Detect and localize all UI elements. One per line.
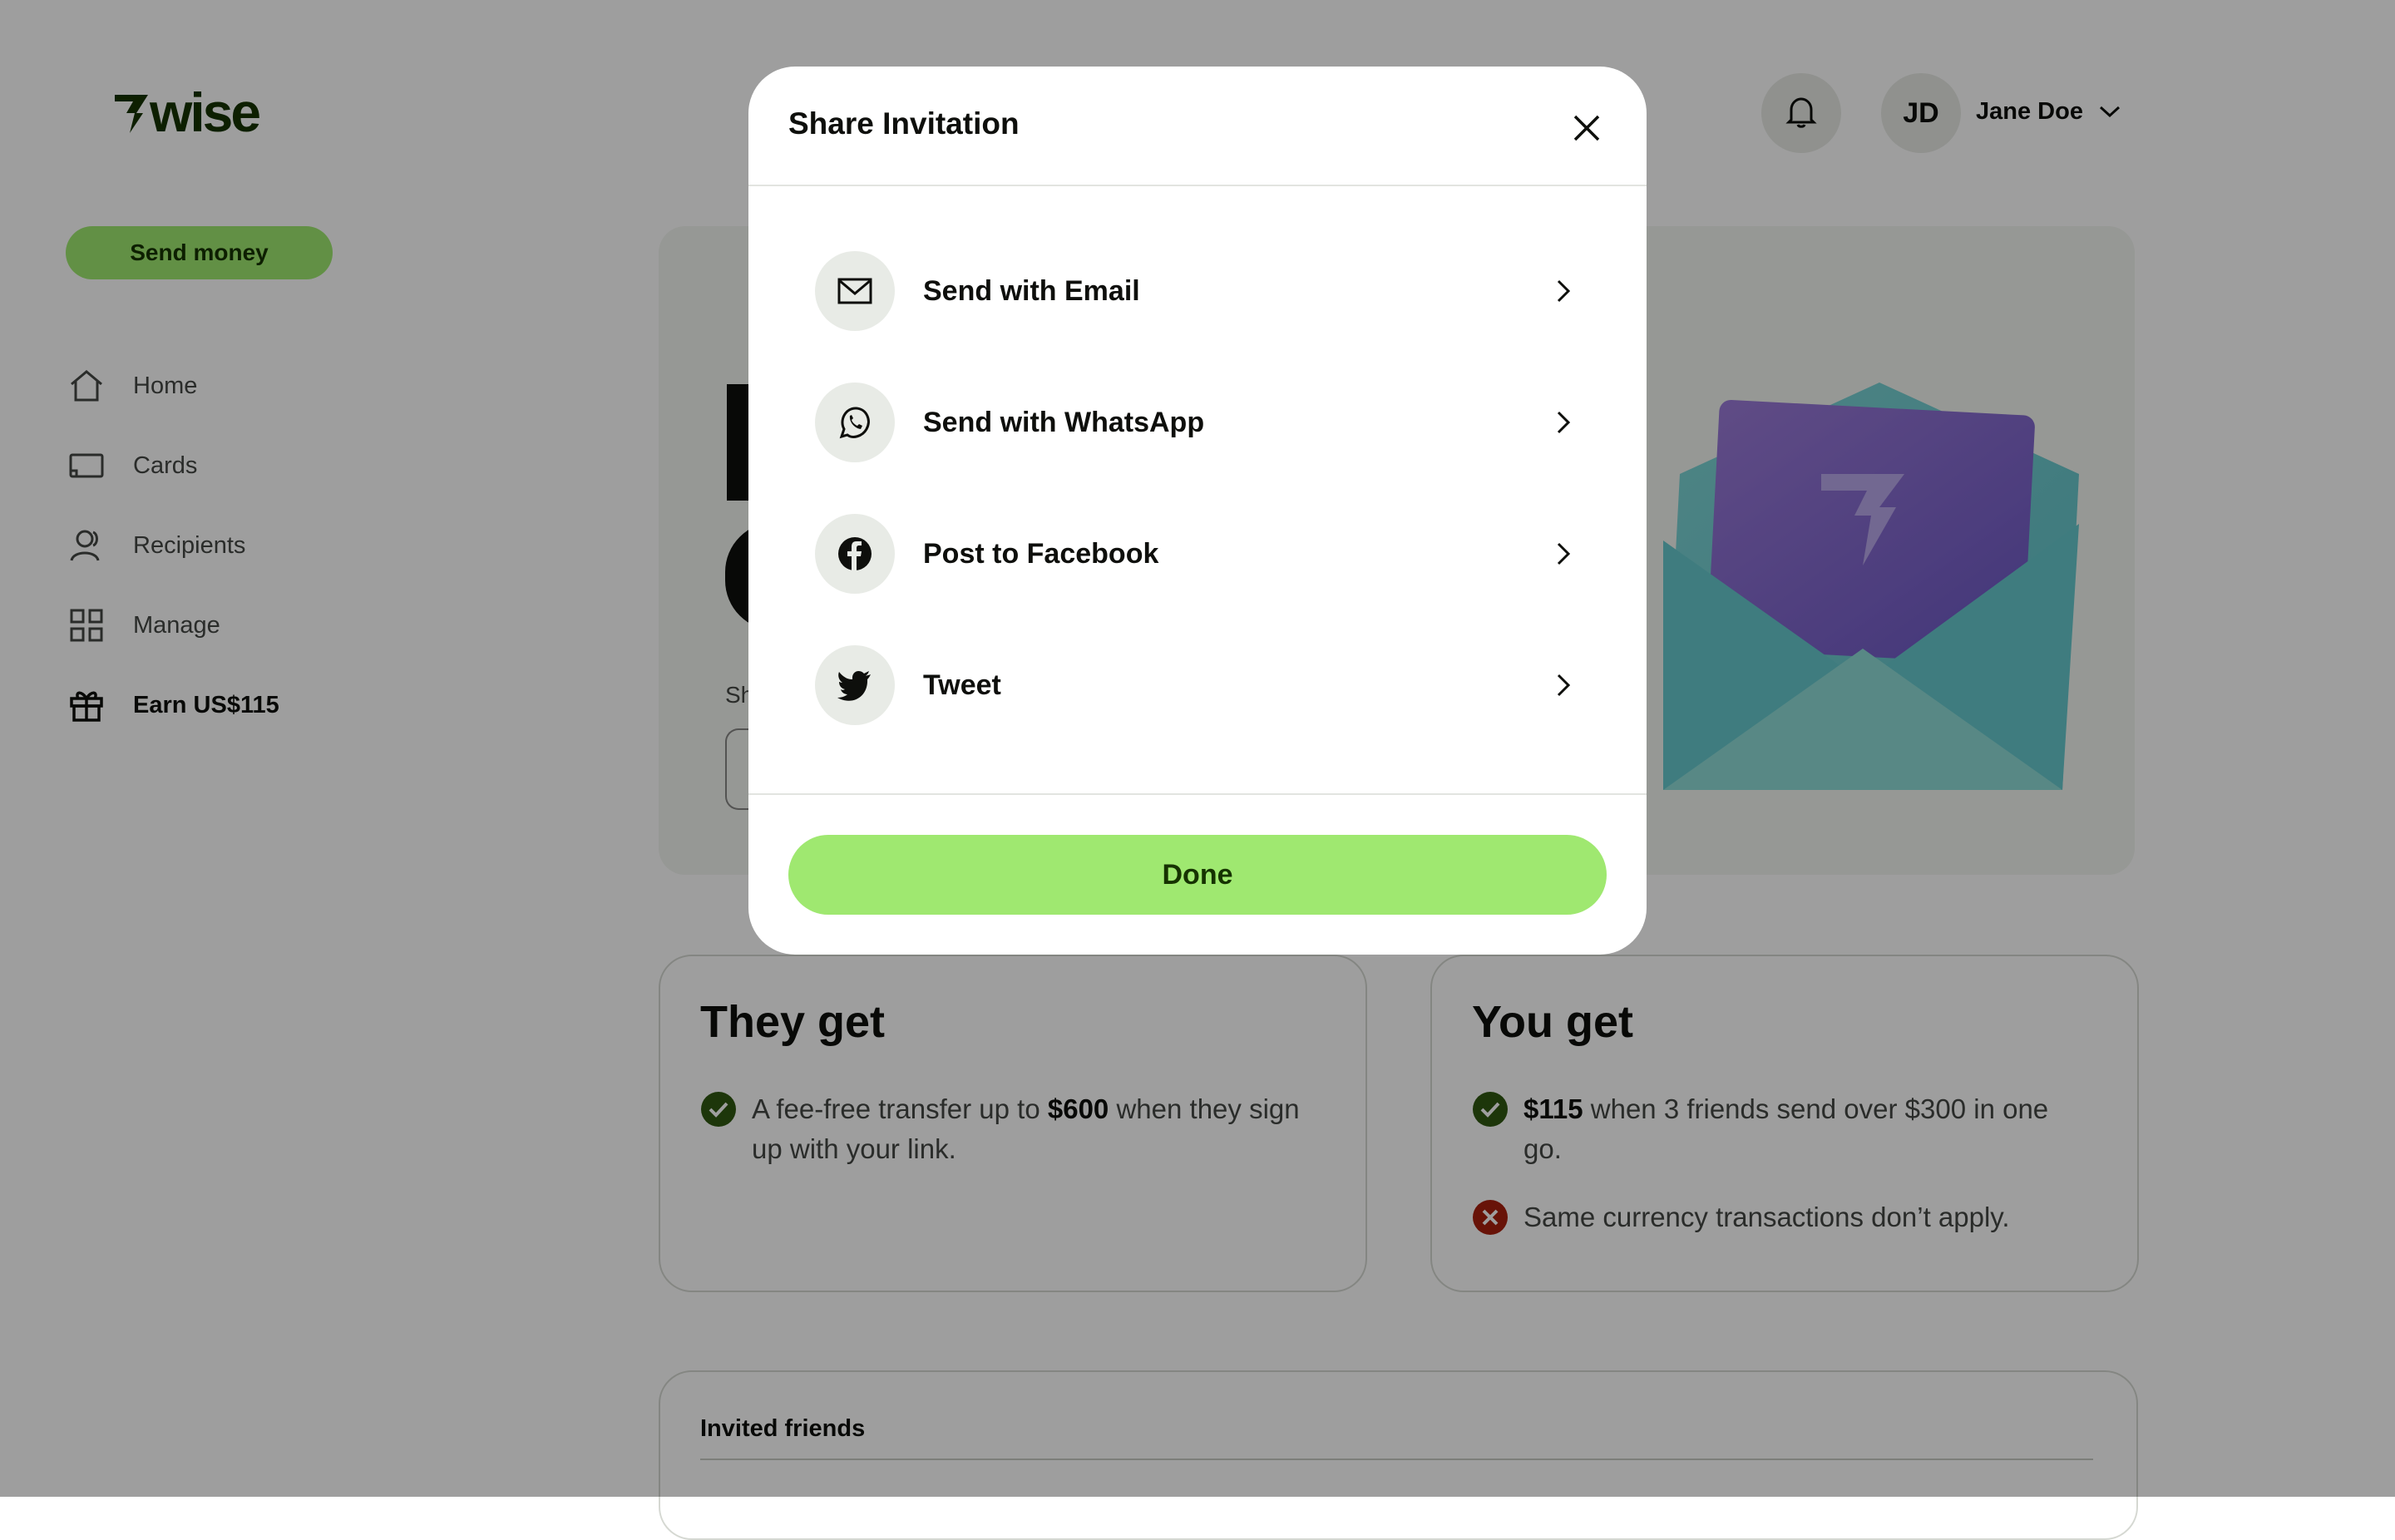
facebook-icon [815, 514, 895, 594]
divider [748, 793, 1647, 795]
divider [748, 185, 1647, 186]
email-icon [815, 251, 895, 331]
share-option-twitter[interactable]: Tweet [815, 645, 1580, 725]
chevron-right-icon [1547, 406, 1580, 439]
share-option-whatsapp[interactable]: Send with WhatsApp [815, 383, 1580, 462]
share-option-facebook[interactable]: Post to Facebook [815, 514, 1580, 594]
chevron-right-icon [1547, 274, 1580, 308]
share-option-label: Post to Facebook [923, 537, 1159, 570]
share-option-label: Send with Email [923, 274, 1140, 307]
close-icon [1572, 113, 1602, 147]
whatsapp-icon [815, 383, 895, 462]
twitter-icon [815, 645, 895, 725]
share-option-label: Tweet [923, 669, 1001, 701]
chevron-right-icon [1547, 537, 1580, 570]
share-option-label: Send with WhatsApp [923, 406, 1205, 438]
share-invitation-dialog: Share Invitation Send with Email Send wi… [748, 67, 1647, 955]
dialog-title: Share Invitation [788, 106, 1020, 141]
chevron-right-icon [1547, 669, 1580, 702]
share-option-email[interactable]: Send with Email [815, 251, 1580, 331]
done-button[interactable]: Done [788, 835, 1607, 915]
close-button[interactable] [1560, 103, 1613, 156]
